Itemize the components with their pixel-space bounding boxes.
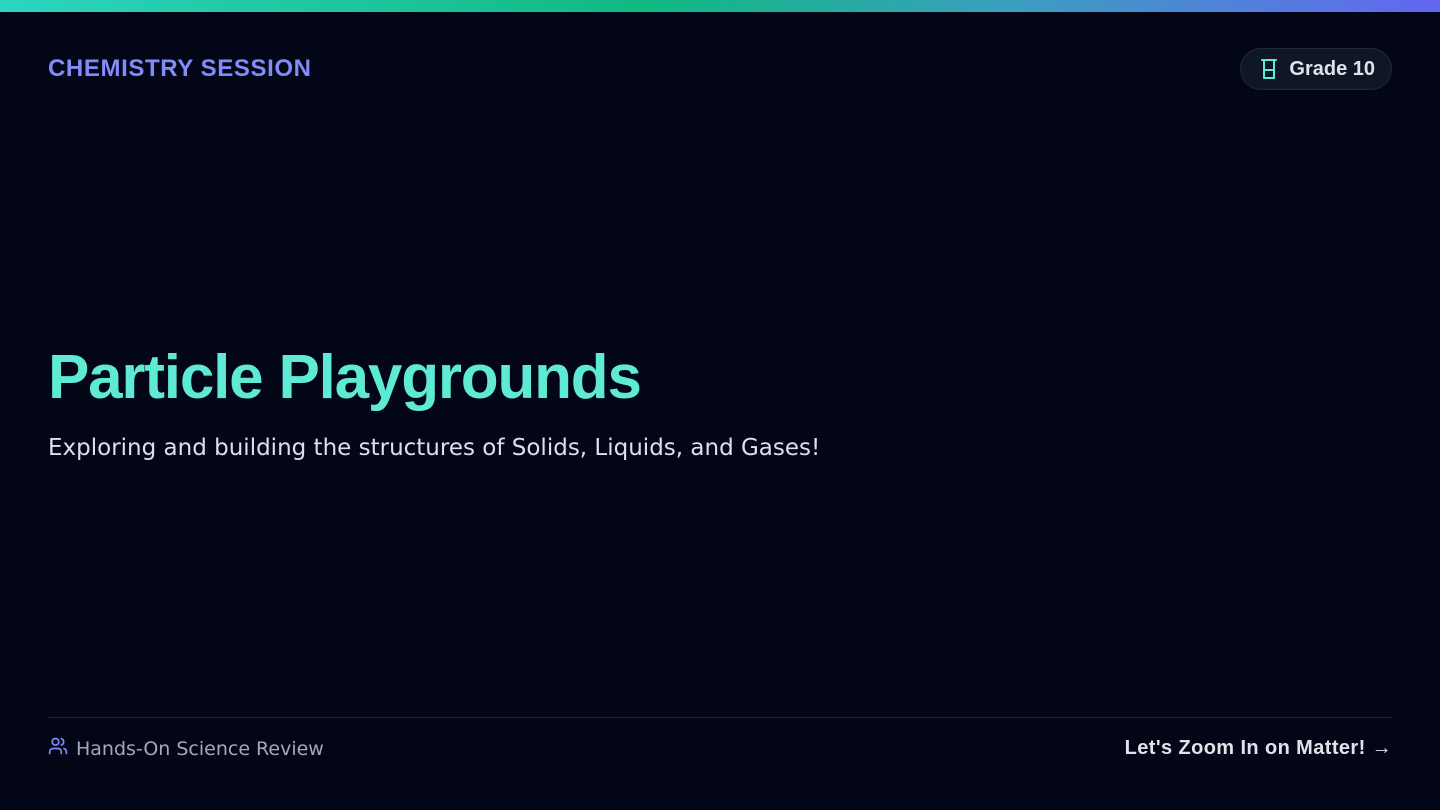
session-eyebrow: CHEMISTRY SESSION: [48, 55, 312, 82]
page-subtitle: Exploring and building the structures of…: [48, 435, 821, 461]
page-title: Particle Playgrounds: [48, 343, 642, 412]
grade-label: Grade 10: [1289, 57, 1375, 80]
footer-session-label: Hands-On Science Review: [76, 737, 324, 760]
footer-session-type: Hands-On Science Review: [48, 736, 324, 761]
footer-divider: [48, 717, 1392, 718]
top-gradient-bar: [0, 0, 1440, 12]
beaker-icon: [1259, 58, 1279, 80]
zoom-in-cta-link[interactable]: Let's Zoom In on Matter! →: [1125, 737, 1392, 760]
slide: CHEMISTRY SESSION Grade 10 Particle Play…: [0, 0, 1440, 810]
users-icon: [48, 736, 68, 761]
grade-badge: Grade 10: [1240, 48, 1392, 90]
